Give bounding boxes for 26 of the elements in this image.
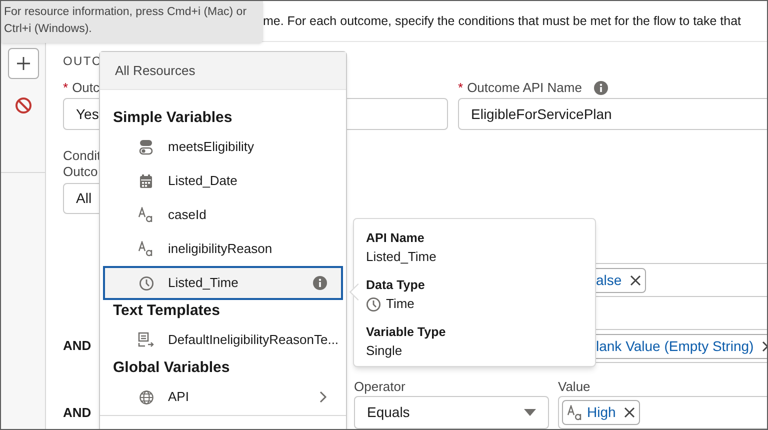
popover-value: Single bbox=[366, 342, 402, 360]
field-label: Outc bbox=[72, 79, 100, 98]
popover-label: Data Type bbox=[366, 277, 426, 294]
field-label: Outco bbox=[63, 163, 98, 178]
popover-value: Listed_Time bbox=[366, 248, 436, 266]
menu-header: All Resources bbox=[100, 52, 346, 90]
pill-text: alse bbox=[596, 270, 622, 290]
tooltip-text: For resource information, press Cmd+i (Mac) or Ctrl+i (Windows). bbox=[4, 5, 247, 37]
popover-label: API Name bbox=[366, 230, 426, 247]
description-text: me. For each outcome, specify the conditions that must be met for the flow to take that bbox=[263, 12, 742, 30]
popover-value: Time bbox=[386, 295, 414, 314]
group-heading: Text Templates bbox=[112, 301, 221, 322]
pill-text: High bbox=[587, 403, 616, 422]
field-label: Condit bbox=[63, 147, 101, 162]
section-heading: OUTC bbox=[63, 53, 103, 68]
field-label: Operator bbox=[354, 378, 406, 393]
pill-text: lank Value (Empty String) bbox=[596, 336, 754, 356]
connector-label: AND bbox=[63, 338, 92, 354]
group-heading: Simple Variables bbox=[112, 108, 234, 128]
required-mark: * bbox=[63, 79, 68, 98]
group-heading: Global Variables bbox=[112, 358, 231, 378]
connector-label: AND bbox=[63, 404, 92, 420]
field-label: Outcome API Name bbox=[467, 79, 582, 98]
popover-label: Variable Type bbox=[366, 324, 447, 341]
field-label: Value bbox=[558, 378, 590, 393]
required-mark: * bbox=[458, 79, 464, 98]
